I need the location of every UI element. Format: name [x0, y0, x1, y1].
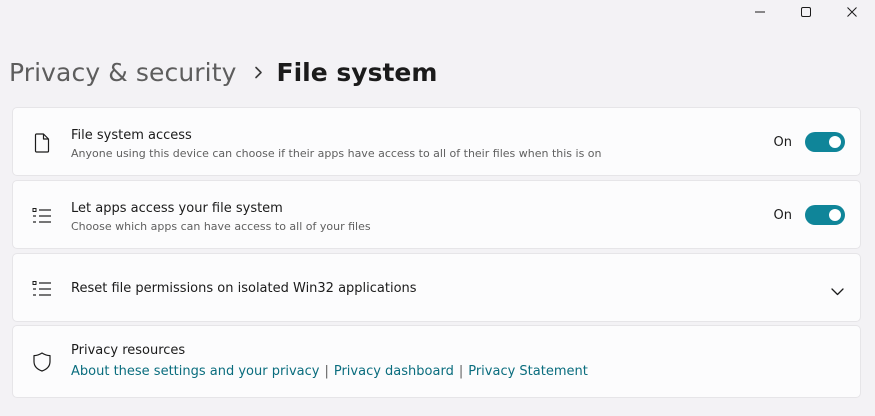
setting-description: Choose which apps can have access to all…	[71, 220, 371, 233]
setting-title: File system access	[71, 128, 192, 143]
close-button[interactable]	[829, 0, 875, 24]
toggle-knob	[829, 209, 841, 221]
setting-title: Let apps access your file system	[71, 201, 283, 216]
breadcrumb-parent-link[interactable]: Privacy & security	[9, 58, 237, 87]
privacy-resources-title: Privacy resources	[71, 343, 186, 358]
link-separator: |	[458, 364, 464, 379]
chevron-down-icon[interactable]	[831, 281, 844, 300]
setting-text: Privacy resources	[71, 342, 185, 359]
shield-icon	[31, 351, 53, 373]
privacy-links: About these settings and your privacy | Pr…	[71, 364, 588, 379]
let-apps-access-toggle[interactable]	[805, 205, 845, 225]
setting-card-let-apps-access: Let apps access your file system Choose …	[12, 180, 861, 249]
toggle-knob	[829, 136, 841, 148]
setting-description: Anyone using this device can choose if t…	[71, 147, 602, 160]
maximize-icon	[801, 7, 811, 17]
file-system-access-toggle-group: On	[774, 132, 845, 152]
setting-text: Let apps access your file system Choose …	[71, 200, 371, 234]
window-controls	[737, 0, 875, 24]
list-icon	[31, 205, 53, 227]
breadcrumb: Privacy & security File system	[9, 54, 437, 90]
toggle-state-label: On	[773, 207, 792, 223]
minimize-button[interactable]	[737, 0, 783, 24]
setting-title: Reset file permissions on isolated Win32…	[71, 281, 417, 296]
privacy-statement-link[interactable]: Privacy Statement	[468, 364, 588, 379]
file-system-access-toggle[interactable]	[805, 132, 845, 152]
toggle-state-label: On	[773, 134, 792, 150]
maximize-button[interactable]	[783, 0, 829, 24]
close-icon	[847, 7, 857, 17]
privacy-resources-card: Privacy resources About these settings a…	[12, 325, 861, 398]
list-icon	[31, 278, 53, 300]
let-apps-access-toggle-group: On	[774, 205, 845, 225]
document-icon	[31, 132, 53, 154]
setting-card-file-system-access: File system access Anyone using this dev…	[12, 107, 861, 176]
minimize-icon	[755, 11, 765, 13]
page-title: File system	[276, 57, 438, 87]
setting-card-reset-permissions[interactable]: Reset file permissions on isolated Win32…	[12, 253, 861, 322]
about-privacy-link[interactable]: About these settings and your privacy	[71, 364, 319, 379]
privacy-dashboard-link[interactable]: Privacy dashboard	[334, 364, 454, 379]
link-separator: |	[324, 364, 329, 379]
setting-text: File system access Anyone using this dev…	[71, 127, 602, 161]
chevron-right-icon	[254, 66, 263, 79]
setting-text: Reset file permissions on isolated Win32…	[71, 280, 417, 297]
